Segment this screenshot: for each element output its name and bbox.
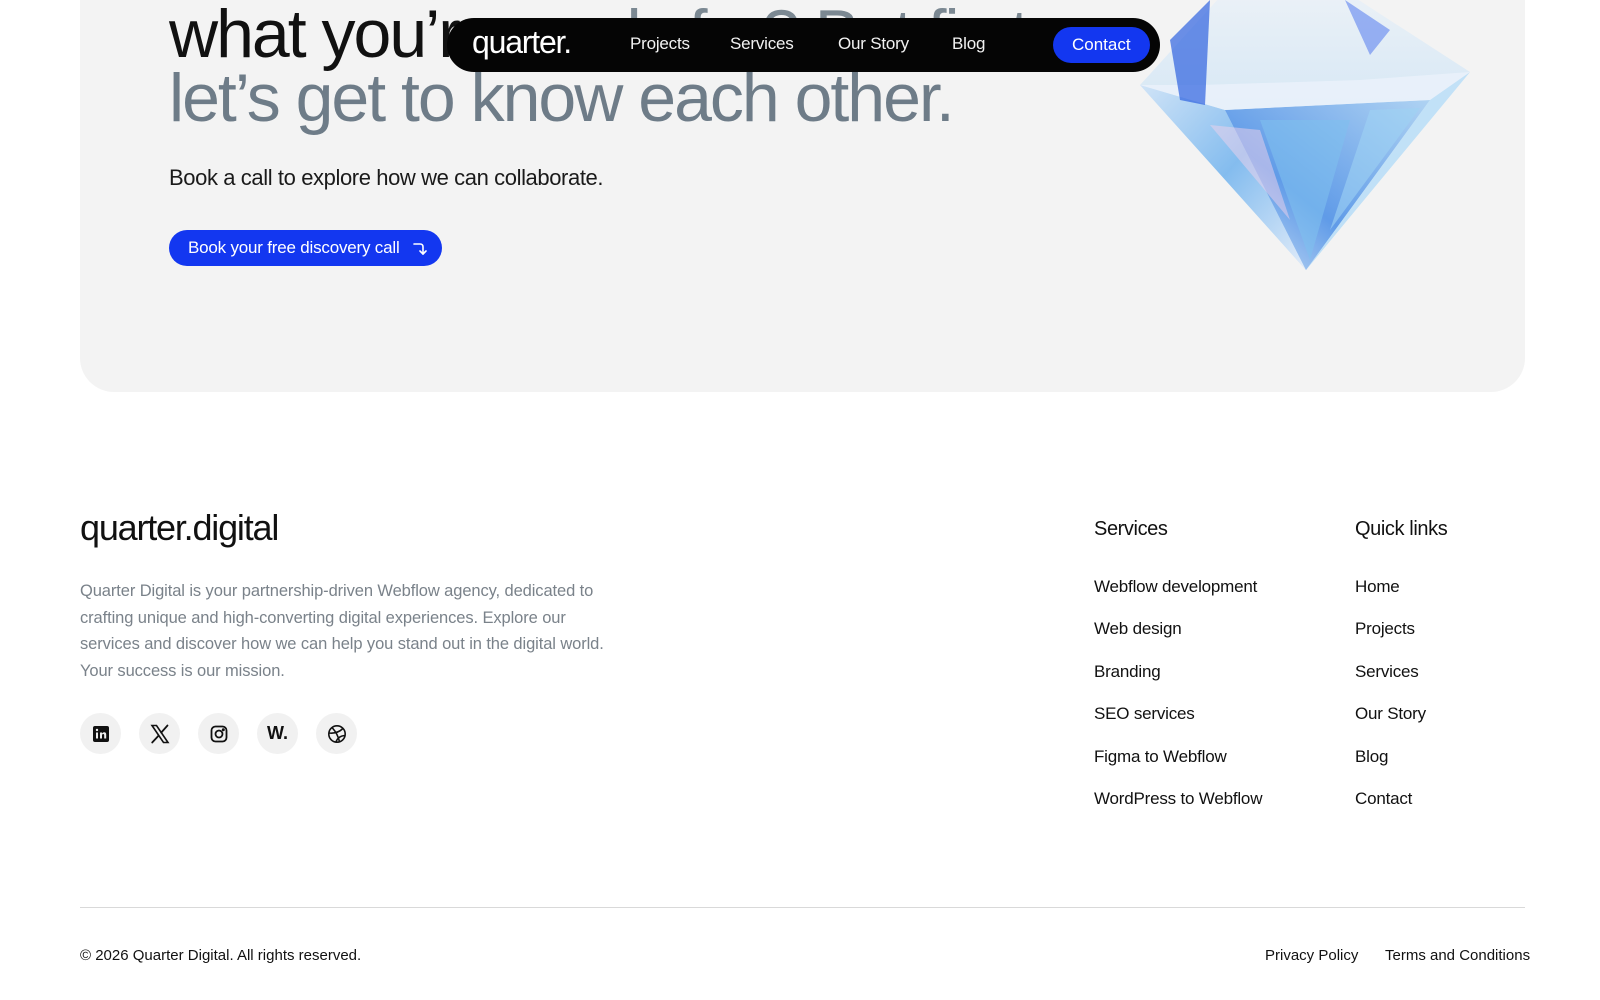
footer-brand-logo[interactable]: quarter.digital xyxy=(80,507,279,549)
terms-and-conditions-link[interactable]: Terms and Conditions xyxy=(1385,947,1530,964)
footer-service-wordpress-to-webflow[interactable]: WordPress to Webflow xyxy=(1094,789,1262,831)
linkedin-icon[interactable] xyxy=(80,713,121,754)
footer-quick-links-title: Quick links xyxy=(1355,518,1448,540)
cta-label: Book your free discovery call xyxy=(188,238,400,257)
arrow-down-right-icon xyxy=(412,240,428,256)
footer-service-web-design[interactable]: Web design xyxy=(1094,619,1262,661)
footer-link-services[interactable]: Services xyxy=(1355,662,1426,704)
social-links: W. xyxy=(80,713,357,754)
footer-about-text: Quarter Digital is your partnership-driv… xyxy=(80,582,604,681)
webflow-icon[interactable]: W. xyxy=(257,713,298,754)
page: what you’re ready for? But first, let’s … xyxy=(0,0,1600,1000)
instagram-icon[interactable] xyxy=(198,713,239,754)
top-navbar: quarter. Projects Services Our Story Blo… xyxy=(447,18,1160,72)
nav-link-projects[interactable]: Projects xyxy=(630,34,690,54)
footer-service-figma-to-webflow[interactable]: Figma to Webflow xyxy=(1094,747,1262,789)
hero-subtitle: Book a call to explore how we can collab… xyxy=(169,165,604,190)
footer-link-projects[interactable]: Projects xyxy=(1355,619,1426,661)
webflow-glyph: W. xyxy=(267,723,288,743)
footer-quick-links-list: Home Projects Services Our Story Blog Co… xyxy=(1355,577,1426,831)
x-icon[interactable] xyxy=(139,713,180,754)
footer-link-our-story[interactable]: Our Story xyxy=(1355,704,1426,746)
nav-link-services[interactable]: Services xyxy=(730,34,794,54)
footer-link-home[interactable]: Home xyxy=(1355,577,1426,619)
footer-service-webflow-development[interactable]: Webflow development xyxy=(1094,577,1262,619)
footer-services-list: Webflow development Web design Branding … xyxy=(1094,577,1262,831)
footer-service-seo[interactable]: SEO services xyxy=(1094,704,1262,746)
hero-headline-line2: let’s get to know each other. xyxy=(169,60,955,136)
nav-link-our-story[interactable]: Our Story xyxy=(838,34,909,54)
nav-contact-button[interactable]: Contact xyxy=(1053,27,1150,63)
dribbble-icon[interactable] xyxy=(316,713,357,754)
footer-link-blog[interactable]: Blog xyxy=(1355,747,1426,789)
nav-link-blog[interactable]: Blog xyxy=(952,34,985,54)
footer-services-title: Services xyxy=(1094,518,1168,540)
nav-logo[interactable]: quarter. xyxy=(472,24,572,61)
footer-link-contact[interactable]: Contact xyxy=(1355,789,1426,831)
copyright-text: © 2026 Quarter Digital. All rights reser… xyxy=(80,947,362,964)
footer-service-branding[interactable]: Branding xyxy=(1094,662,1262,704)
footer-divider xyxy=(80,907,1525,908)
privacy-policy-link[interactable]: Privacy Policy xyxy=(1265,947,1358,964)
book-discovery-call-button[interactable]: Book your free discovery call xyxy=(169,230,442,266)
